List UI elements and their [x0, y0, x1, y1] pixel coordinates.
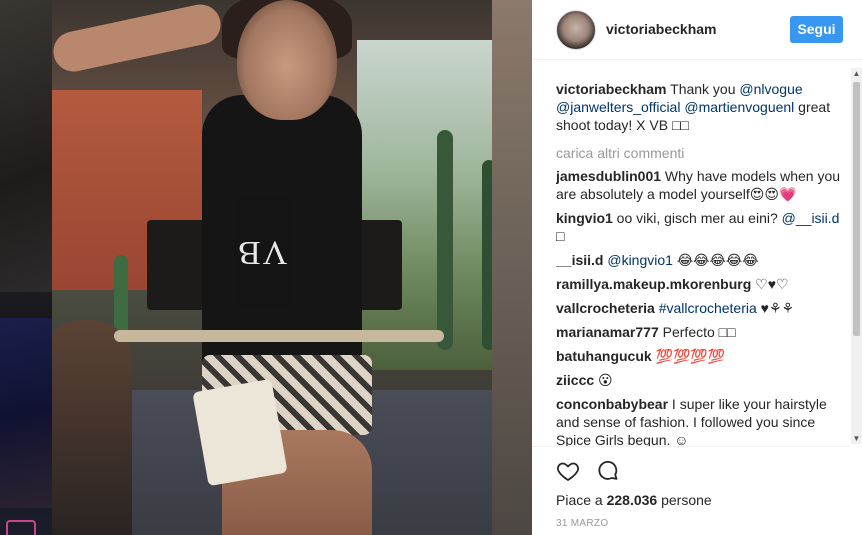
- list-item: __isii.d @kingvio1 😂😂😂😂😂: [556, 252, 759, 268]
- caption: victoriabeckham Thank you @nlvogue @janw…: [556, 81, 831, 133]
- comment-author[interactable]: __isii.d: [556, 252, 603, 268]
- mention-link[interactable]: @martienvoguenl: [684, 99, 794, 115]
- scroll-up-icon[interactable]: ▲: [851, 68, 862, 79]
- mention-link[interactable]: @nlvogue: [739, 81, 802, 97]
- background-thumbnail: [6, 520, 36, 535]
- post-date[interactable]: 31 MARZO: [556, 518, 608, 529]
- header-username[interactable]: victoriabeckham: [606, 21, 717, 37]
- comments-scrollbar[interactable]: ▲ ▼: [851, 68, 862, 444]
- comment-author[interactable]: conconbabybear: [556, 396, 668, 412]
- list-item: vallcrocheteria #vallcrocheteria ♥⚘⚘: [556, 300, 795, 316]
- scrollbar-thumb[interactable]: [853, 82, 860, 336]
- background-feed-strip: [0, 0, 52, 535]
- heart-icon[interactable]: [556, 459, 580, 483]
- mention-link[interactable]: @janwelters_official: [556, 99, 680, 115]
- comment-author[interactable]: batuhangucuk: [556, 348, 652, 364]
- list-item: kingvio1 oo viki, gisch mer au eini? @__…: [556, 210, 840, 244]
- list-item: batuhangucuk 💯💯💯💯: [556, 348, 726, 364]
- background-thumbnail: [0, 0, 52, 292]
- comment-icon[interactable]: [596, 459, 620, 483]
- follow-button[interactable]: Segui: [790, 16, 843, 43]
- list-item: marianamar777 Perfecto □□: [556, 324, 736, 340]
- phone-monogram: VB: [234, 196, 290, 308]
- list-item: conconbabybear I super like your hairsty…: [556, 396, 827, 446]
- comment-author[interactable]: kingvio1: [556, 210, 613, 226]
- post-photo[interactable]: VB: [52, 0, 532, 535]
- comment-author[interactable]: ramillya.makeup.mkorenburg: [556, 276, 751, 292]
- comment-author[interactable]: ziiccc: [556, 372, 594, 388]
- scroll-down-icon[interactable]: ▼: [851, 433, 862, 444]
- list-item: jamesdublin001 Why have models when you …: [556, 168, 841, 202]
- background-thumbnail: [0, 318, 52, 508]
- comment-author[interactable]: jamesdublin001: [556, 168, 661, 184]
- post-header: victoriabeckham Segui: [532, 0, 862, 60]
- mention-link[interactable]: @kingvio1: [603, 252, 673, 268]
- comment-author[interactable]: vallcrocheteria: [556, 300, 655, 316]
- comments-list: victoriabeckham Thank you @nlvogue @janw…: [556, 80, 846, 446]
- caption-author[interactable]: victoriabeckham: [556, 81, 667, 97]
- load-more-comments-link[interactable]: carica altri commenti: [556, 144, 846, 162]
- post-actions: Piace a 228.036 persone 31 MARZO: [532, 446, 850, 535]
- list-item: ramillya.makeup.mkorenburg ♡♥♡: [556, 276, 789, 292]
- post-side-panel: victoriabeckham Segui victoriabeckham Th…: [532, 0, 862, 535]
- likes-count[interactable]: Piace a 228.036 persone: [556, 492, 712, 508]
- avatar[interactable]: [556, 10, 596, 50]
- hashtag-link[interactable]: #vallcrocheteria: [655, 300, 757, 316]
- mention-link[interactable]: @__isii.d: [782, 210, 840, 226]
- comment-author[interactable]: marianamar777: [556, 324, 659, 340]
- list-item: ziiccc 😮: [556, 372, 613, 388]
